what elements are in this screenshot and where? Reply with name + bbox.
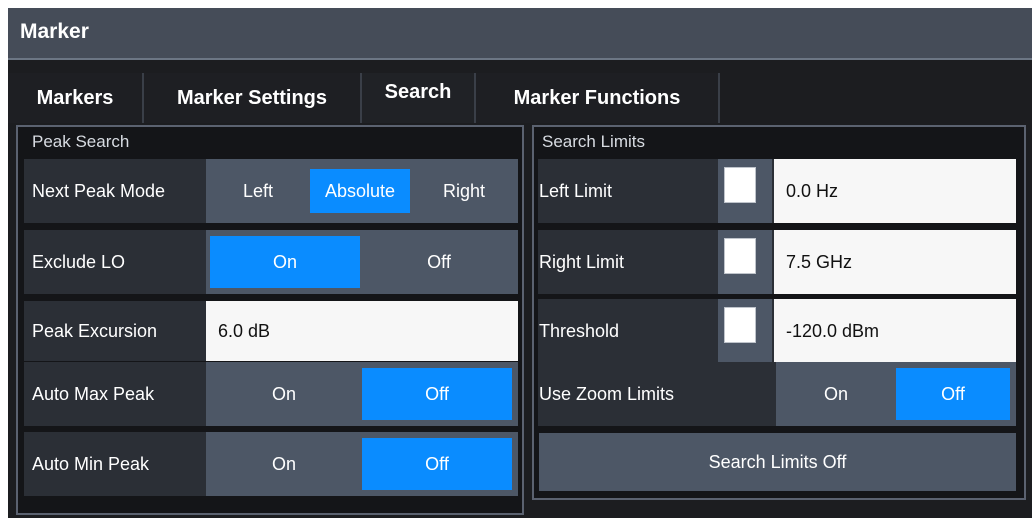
next-peak-mode-label: Next Peak Mode <box>32 180 166 201</box>
next-peak-mode-selector: Left Absolute Right <box>206 159 518 223</box>
tab-search[interactable]: Search <box>362 73 476 123</box>
auto-max-peak-toggle: On Off <box>206 362 518 426</box>
left-limit-label: Left Limit <box>539 180 613 201</box>
left-limit-input[interactable]: 0.0 Hz <box>774 159 1016 223</box>
search-limits-off-button[interactable]: Search Limits Off <box>539 433 1016 491</box>
left-limit-checkbox[interactable] <box>724 167 756 203</box>
use-zoom-limits-on-option[interactable]: On <box>776 362 896 426</box>
peak-excursion-input[interactable]: 6.0 dB <box>206 301 518 361</box>
tab-marker-settings[interactable]: Marker Settings <box>144 73 362 123</box>
use-zoom-limits-label: Use Zoom Limits <box>539 383 675 404</box>
tab-marker-settings-label: Marker Settings <box>176 86 328 109</box>
peak-excursion-label: Peak Excursion <box>32 320 158 341</box>
threshold-checkbox-frame <box>718 299 772 363</box>
tab-marker-functions-label: Marker Functions <box>513 86 681 109</box>
threshold-label: Threshold <box>539 320 620 341</box>
tab-markers-label: Markers <box>36 86 114 109</box>
right-limit-checkbox[interactable] <box>724 238 756 274</box>
exclude-lo-on-option[interactable]: On <box>210 236 360 288</box>
auto-max-peak-off-option[interactable]: Off <box>362 368 512 420</box>
exclude-lo-label: Exclude LO <box>32 251 126 272</box>
auto-max-peak-label: Auto Max Peak <box>32 383 155 404</box>
auto-min-peak-on-option[interactable]: On <box>206 432 362 496</box>
auto-min-peak-off-option[interactable]: Off <box>362 438 512 490</box>
peak-search-group-label: Peak Search <box>32 132 130 151</box>
use-zoom-limits-off-option[interactable]: Off <box>896 368 1010 420</box>
threshold-checkbox[interactable] <box>724 307 756 343</box>
window-title: Marker <box>20 20 89 43</box>
marker-dialog: Marker Markers Marker Settings Search Ma… <box>8 8 1032 518</box>
auto-max-peak-on-option[interactable]: On <box>206 362 362 426</box>
tab-marker-functions[interactable]: Marker Functions <box>476 73 720 123</box>
next-peak-right-option[interactable]: Right <box>410 159 518 223</box>
next-peak-left-option[interactable]: Left <box>206 159 310 223</box>
tab-markers[interactable]: Markers <box>8 73 144 123</box>
tab-search-label: Search <box>384 80 452 103</box>
threshold-input[interactable]: -120.0 dBm <box>774 299 1016 363</box>
next-peak-absolute-option[interactable]: Absolute <box>310 169 410 213</box>
tab-strip: Markers Marker Settings Search Marker Fu… <box>8 73 1032 123</box>
search-limits-group-label: Search Limits <box>542 132 645 151</box>
exclude-lo-off-option[interactable]: Off <box>360 230 518 294</box>
exclude-lo-toggle: On Off <box>206 230 518 294</box>
use-zoom-limits-toggle: On Off <box>776 362 1016 426</box>
right-limit-input[interactable]: 7.5 GHz <box>774 230 1016 294</box>
left-limit-checkbox-frame <box>718 159 772 223</box>
right-limit-label: Right Limit <box>539 251 625 272</box>
title-bar: Marker <box>8 8 1032 60</box>
auto-min-peak-label: Auto Min Peak <box>32 453 150 474</box>
right-limit-checkbox-frame <box>718 230 772 294</box>
auto-min-peak-toggle: On Off <box>206 432 518 496</box>
